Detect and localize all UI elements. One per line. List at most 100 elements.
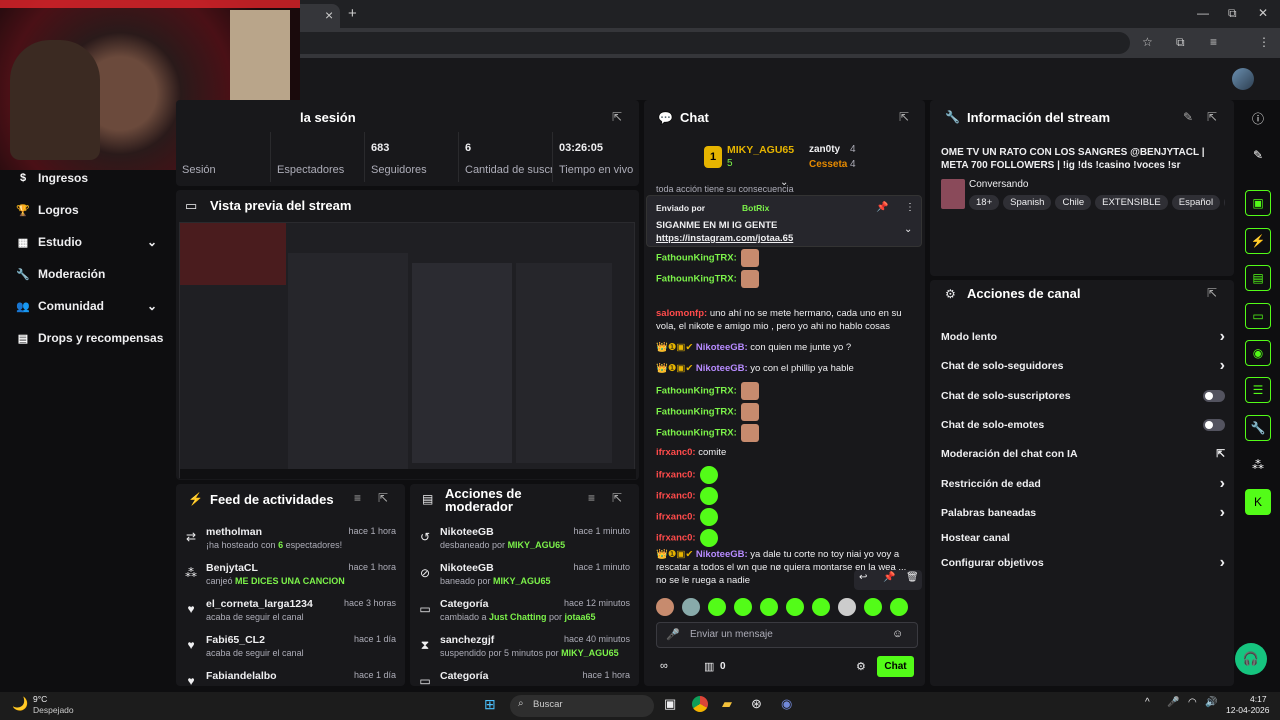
- popout-icon[interactable]: ⇱: [899, 110, 909, 124]
- edit-icon[interactable]: ✎: [1183, 110, 1193, 124]
- delete-icon[interactable]: 🗑: [906, 572, 919, 583]
- chrome-icon[interactable]: [692, 696, 708, 712]
- pin-toggle-icon[interactable]: ⌄: [780, 177, 788, 188]
- file-explorer-icon[interactable]: ▰: [722, 696, 732, 712]
- leaderboard-first-name[interactable]: MIKY_AGU65: [727, 144, 794, 156]
- emote-picker-icon[interactable]: [890, 598, 908, 616]
- category-name[interactable]: Conversando: [969, 179, 1028, 190]
- tag[interactable]: Español: [1171, 195, 1221, 210]
- emote-picker-icon[interactable]: [838, 598, 856, 616]
- feed-item[interactable]: ♥ Fabi65_CL2 hace 1 día acaba de seguir el …: [176, 634, 406, 670]
- community-icon[interactable]: ⁂: [1245, 452, 1271, 478]
- wrench-icon[interactable]: 🔧: [1245, 415, 1271, 441]
- chat-username[interactable]: ifrxanc0:: [656, 447, 696, 458]
- broadcast-icon[interactable]: ◉: [1245, 340, 1271, 366]
- chevron-right-icon[interactable]: ›: [1220, 328, 1225, 346]
- chat-username[interactable]: NikoteeGB:: [696, 549, 748, 560]
- kick-logo-icon[interactable]: K: [1245, 489, 1271, 515]
- popout-icon[interactable]: ⇱: [1207, 286, 1217, 300]
- emote-picker-icon[interactable]: [734, 598, 752, 616]
- channel-action-item[interactable]: Chat de solo-seguidores ›: [941, 355, 1225, 377]
- chat-username[interactable]: NikoteeGB:: [696, 363, 748, 374]
- emote-picker-icon[interactable]: [656, 598, 674, 616]
- sidebar-item-logros[interactable]: 🏆 Logros: [0, 196, 175, 224]
- media-icon[interactable]: ≡: [1210, 35, 1217, 49]
- chevron-right-icon[interactable]: ›: [1220, 554, 1225, 572]
- sidebar-item-drops[interactable]: ▤ Drops y recompensas: [0, 324, 175, 352]
- feed-item[interactable]: ⇄ metholman hace 1 hora ¡ha hosteado con 6 …: [176, 526, 406, 562]
- chat-message[interactable]: ifrxanc0:: [656, 529, 918, 547]
- pinned-link[interactable]: https://instagram.com/jotaa.65: [656, 233, 793, 244]
- browser-menu-icon[interactable]: ⋮: [1258, 35, 1270, 49]
- chevron-right-icon[interactable]: ›: [1220, 357, 1225, 375]
- leaderboard-third-name[interactable]: Cesseta: [809, 159, 847, 170]
- task-view-icon[interactable]: ▣: [664, 696, 676, 712]
- volume-icon[interactable]: 🔊: [1205, 697, 1217, 708]
- avatar[interactable]: [1232, 68, 1254, 90]
- pinned-by-user[interactable]: BotRix: [742, 203, 769, 213]
- filter-icon[interactable]: ≡: [354, 491, 361, 505]
- chat-message[interactable]: 👑❶▣✔ NikoteeGB: con quien me junte yo ?: [656, 341, 918, 354]
- chat-message[interactable]: ifrxanc0:: [656, 487, 918, 505]
- mod-action-name[interactable]: NikoteeGB: [440, 562, 494, 574]
- chat-message[interactable]: salomonfp: uno ahí no se mete hermano, c…: [656, 307, 918, 333]
- chat-message[interactable]: ifrxanc0: comite: [656, 446, 918, 459]
- lightning-icon[interactable]: ⚡: [1245, 228, 1271, 254]
- tag[interactable]: Spanish: [1003, 195, 1052, 210]
- discord-icon[interactable]: ◉: [781, 696, 792, 712]
- layout-icon[interactable]: ☰: [1245, 377, 1271, 403]
- taskbar-search[interactable]: [510, 695, 654, 717]
- tag[interactable]: EXTENSIBLE: [1095, 195, 1168, 210]
- chat-username[interactable]: FathounKingTRX:: [656, 428, 737, 439]
- chat-message[interactable]: FathounKingTRX:: [656, 270, 918, 288]
- popout-icon[interactable]: ⇱: [612, 491, 622, 505]
- sidebar-item-ingresos[interactable]: $ Ingresos: [0, 164, 175, 192]
- sidebar-item-estudio[interactable]: ▦ Estudio ⌄: [0, 228, 175, 256]
- emote-picker-icon[interactable]: [682, 598, 700, 616]
- stream-preview-video[interactable]: [179, 222, 636, 479]
- chat-username[interactable]: FathounKingTRX:: [656, 253, 737, 264]
- pin-message-icon[interactable]: 📌: [883, 572, 895, 583]
- mod-action-name[interactable]: Categoría: [440, 598, 488, 610]
- windows-start-icon[interactable]: ⊞: [484, 696, 496, 713]
- chat-icon[interactable]: ▭: [1245, 303, 1271, 329]
- toggle-switch[interactable]: [1203, 390, 1225, 402]
- leaderboard-second-name[interactable]: zan0ty: [809, 144, 840, 155]
- feed-item-name[interactable]: el_corneta_larga1234: [206, 598, 313, 610]
- pin-icon[interactable]: 📌: [876, 202, 888, 213]
- wifi-icon[interactable]: ◠: [1188, 697, 1197, 708]
- pencil-icon[interactable]: ✎: [1245, 142, 1271, 168]
- chat-message[interactable]: FathounKingTRX:: [656, 382, 918, 400]
- chevron-right-icon[interactable]: ›: [1220, 475, 1225, 493]
- mod-action-item[interactable]: ⧗ sanchezgjf hace 40 minutos suspendido por…: [410, 634, 640, 670]
- tag[interactable]: 18+: [969, 195, 1000, 210]
- chat-username[interactable]: ifrxanc0:: [656, 533, 696, 544]
- chevron-up-icon[interactable]: ^: [1145, 697, 1150, 708]
- app-icon[interactable]: ⊛: [751, 696, 762, 712]
- document-icon[interactable]: ▤: [1245, 265, 1271, 291]
- reply-icon[interactable]: ↩: [859, 572, 867, 583]
- emoji-icon[interactable]: ☺: [892, 628, 903, 640]
- store-icon[interactable]: ▥: [704, 660, 714, 673]
- mod-action-item[interactable]: ▭ Categoría hace 12 minutos cambiado a Just…: [410, 598, 640, 634]
- close-tab-icon[interactable]: ×: [325, 7, 333, 23]
- popout-icon[interactable]: ⇱: [612, 110, 622, 124]
- close-window-button[interactable]: ✕: [1258, 6, 1268, 20]
- feed-item[interactable]: ♥ el_corneta_larga1234 hace 3 horas acaba d…: [176, 598, 406, 634]
- chat-message[interactable]: FathounKingTRX:: [656, 424, 918, 442]
- clock-time[interactable]: 4:17: [1250, 694, 1267, 704]
- toggle-switch[interactable]: [1203, 419, 1225, 431]
- mic-icon[interactable]: 🎤: [666, 628, 680, 641]
- extensions-icon[interactable]: ⧉: [1176, 35, 1185, 50]
- chat-message[interactable]: FathounKingTRX:: [656, 249, 918, 267]
- support-chat-icon[interactable]: 🎧: [1235, 643, 1267, 675]
- mod-action-item[interactable]: ↺ NikoteeGB hace 1 minuto desbaneado por MI…: [410, 526, 640, 562]
- feed-item-name[interactable]: metholman: [206, 526, 262, 538]
- feed-item[interactable]: ⁂ BenjytaCL hace 1 hora canjeó ME DICES UNA…: [176, 562, 406, 598]
- tag[interactable]: c: [1224, 195, 1225, 210]
- focus-icon[interactable]: ▣: [1245, 190, 1271, 216]
- chevron-right-icon[interactable]: ›: [1220, 504, 1225, 522]
- filter-icon[interactable]: ≡: [588, 491, 595, 505]
- maximize-button[interactable]: ⧉: [1228, 6, 1237, 21]
- emote-picker-icon[interactable]: [786, 598, 804, 616]
